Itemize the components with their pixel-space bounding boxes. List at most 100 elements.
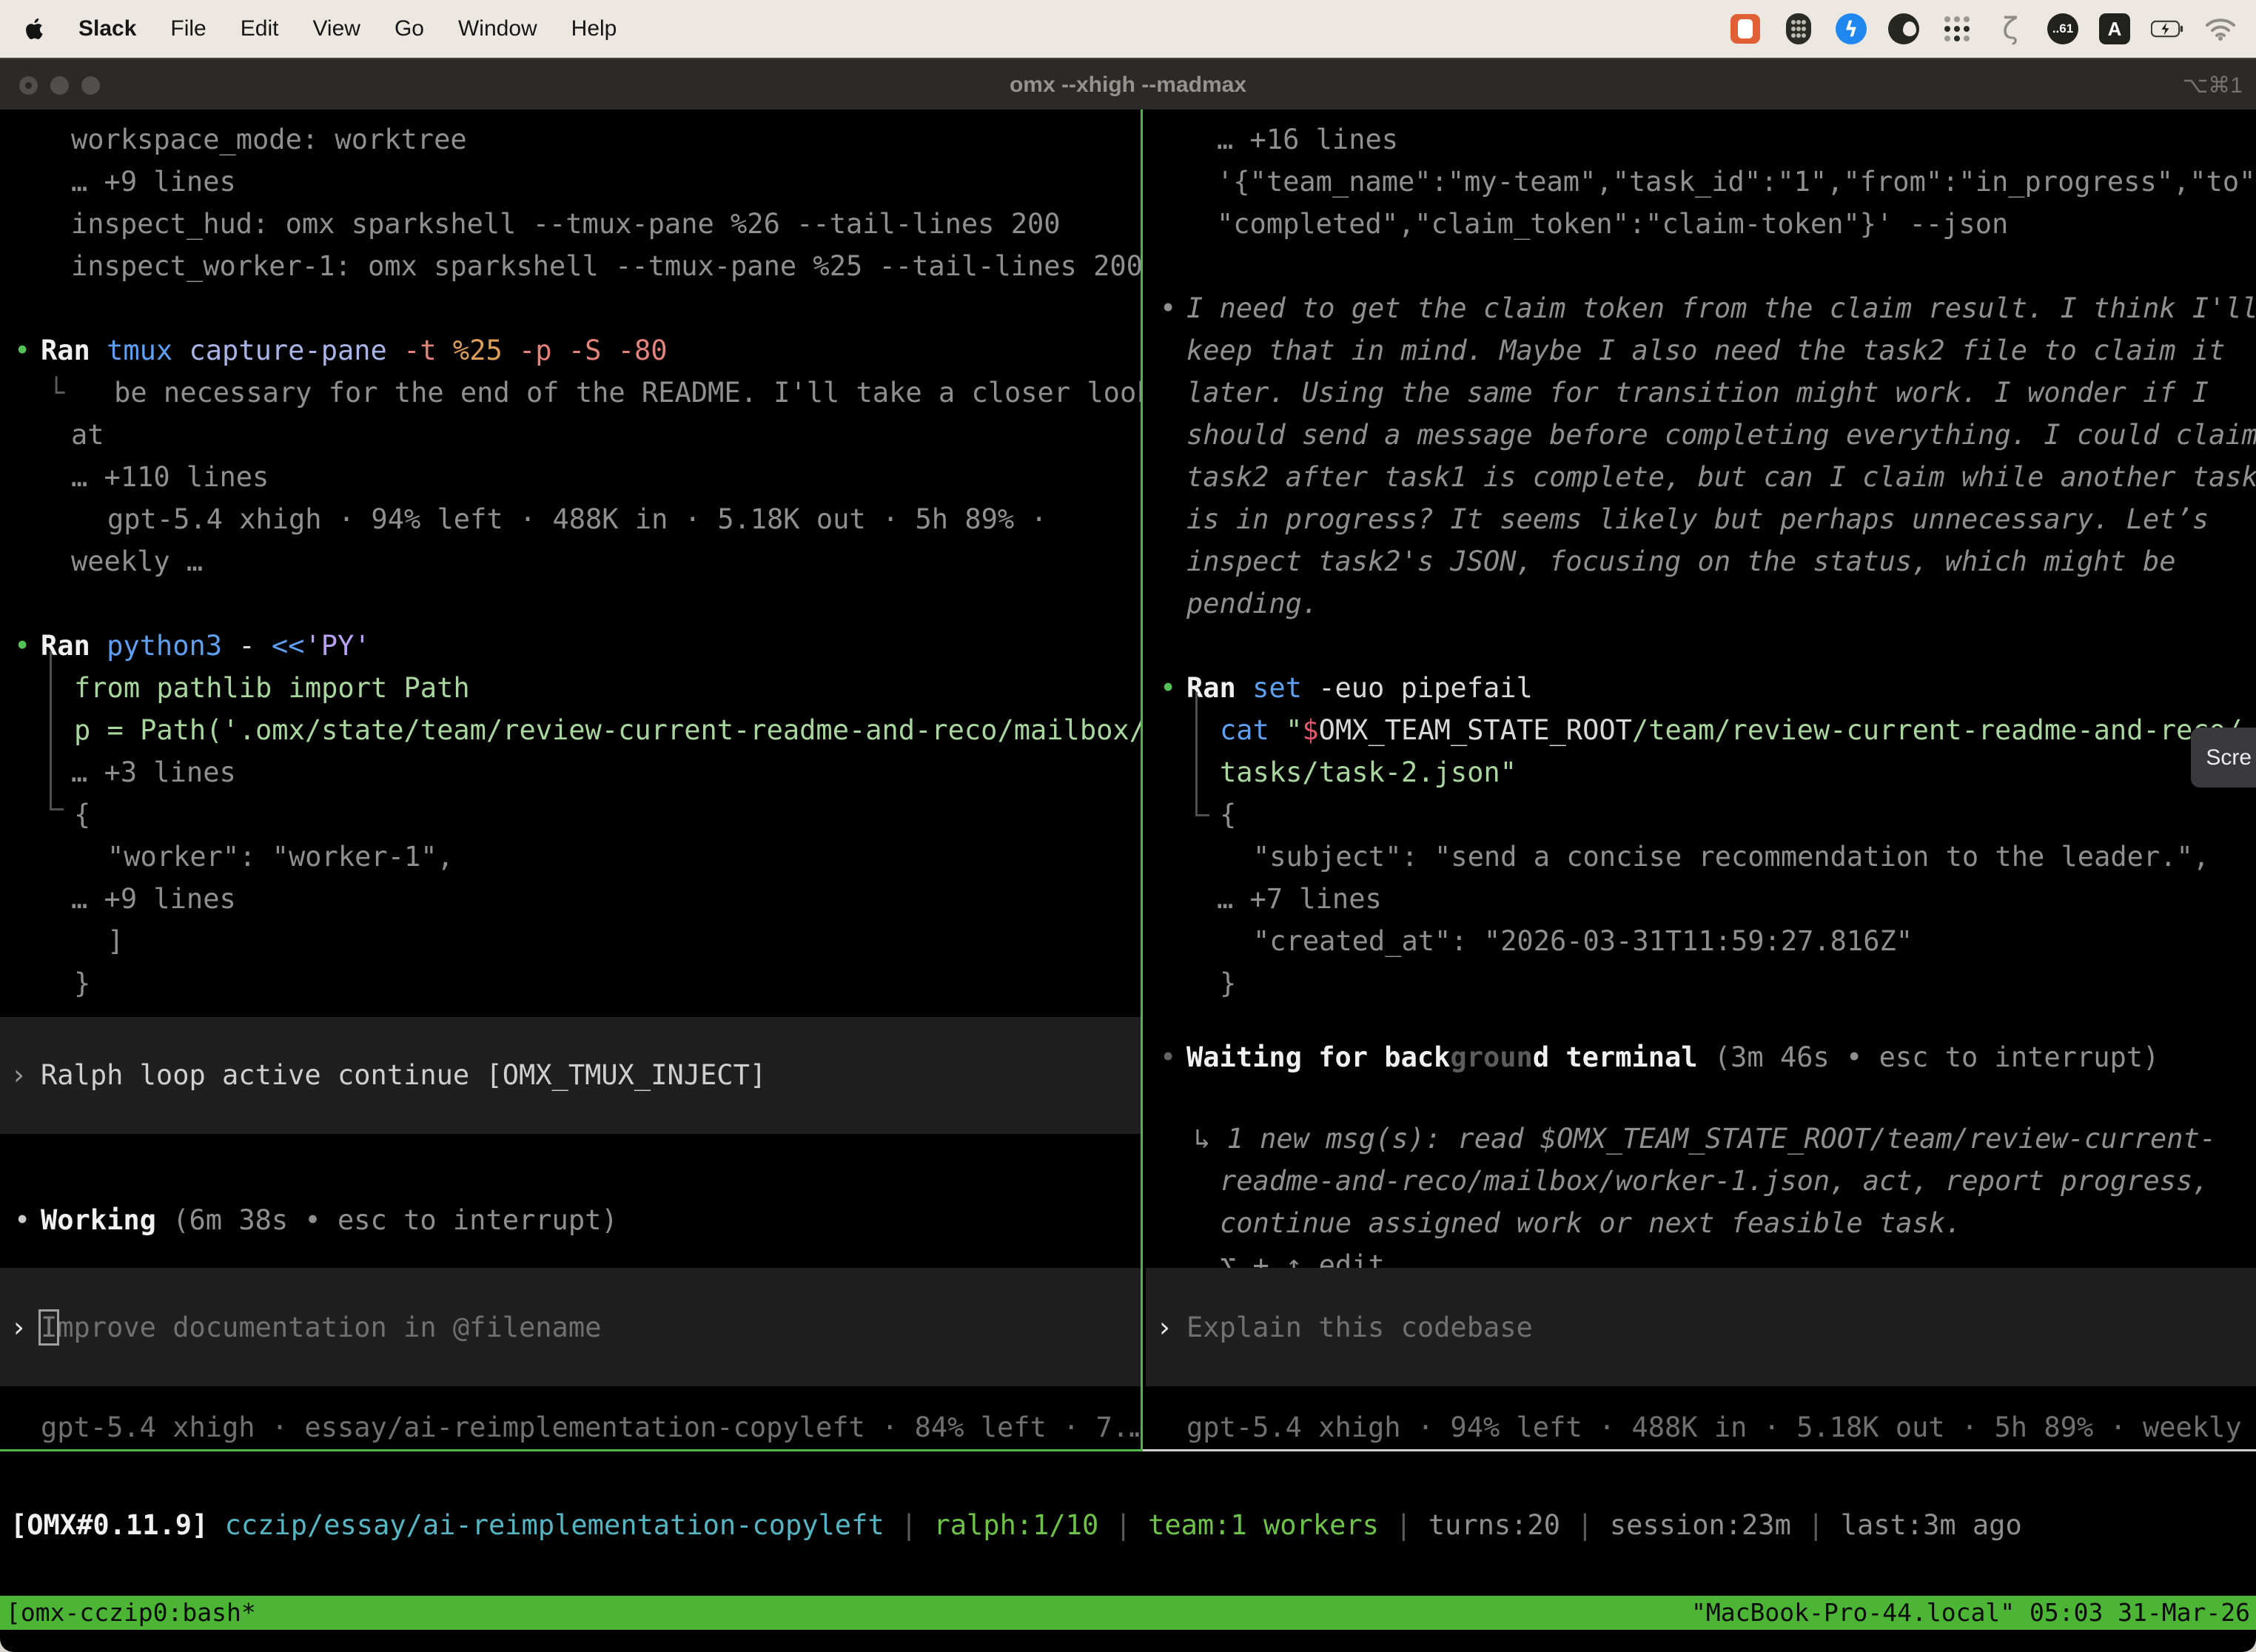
pane-divider[interactable] (1141, 110, 1143, 1451)
terminal-text-segment: /team/review-current-readme-and-reco/ (1632, 714, 2242, 746)
apple-menu-icon[interactable] (25, 17, 46, 41)
terminal-text-segment: p = Path('.omx/state/team/review-current… (74, 714, 1141, 746)
menu-item-view[interactable]: View (312, 16, 360, 41)
terminal-text-segment: ] (107, 925, 124, 957)
terminal-text-segment: | (884, 1509, 934, 1541)
menu-item-file[interactable]: File (170, 16, 206, 41)
terminal-text-segment: << (272, 630, 305, 662)
terminal-line: } (1146, 962, 2256, 1004)
terminal-text-segment: … +7 lines (1217, 883, 1382, 915)
battery-charging-icon[interactable] (2151, 13, 2183, 45)
terminal-line: … +3 lines (0, 751, 1141, 793)
terminal-line: •Working (6m 38s • esc to interrupt) (0, 1199, 1141, 1241)
left-working-status: •Working (6m 38s • esc to interrupt) (0, 1199, 1141, 1241)
left-pane-intro: workspace_mode: worktree … +9 lines inspec… (0, 118, 1141, 287)
terminal-text-segment: "created_at": "2026-03-31T11:59:27.816Z" (1253, 925, 1913, 957)
terminal-text-segment: | (1791, 1509, 1841, 1541)
terminal-text-segment: inspect task2's JSON, focusing on the st… (1186, 545, 2176, 577)
right-prompt-input[interactable]: ›Explain this codebase (1146, 1268, 2256, 1386)
terminal-text-segment: › (10, 1306, 41, 1349)
terminal-window[interactable]: workspace_mode: worktree … +9 lines inspec… (0, 110, 2256, 1652)
left-pane-capture-block: •Ran tmux capture-pane -t %25 -p -S -80└… (0, 329, 1141, 582)
terminal-text-segment: inspect_worker-1: omx sparkshell --tmux-… (71, 250, 1141, 282)
right-mailbox-message: ↳ 1 new msg(s): read $OMX_TEAM_STATE_ROO… (1146, 1118, 2256, 1286)
terminal-line: inspect_worker-1: omx sparkshell --tmux-… (0, 245, 1141, 287)
terminal-line: gpt-5.4 xhigh · essay/ai-reimplementatio… (0, 1406, 1141, 1448)
terminal-text-segment: tasks/task-2.json" (1220, 756, 1517, 788)
terminal-text-segment: team:1 workers (1148, 1509, 1379, 1541)
squiggle-icon[interactable]: ζ (1994, 13, 2027, 45)
terminal-line: … +7 lines (1146, 878, 2256, 920)
terminal-line: ›Explain this codebase (1146, 1306, 2256, 1349)
terminal-text-segment: └ (48, 377, 64, 409)
terminal-text-segment: turns:20 (1429, 1509, 1560, 1541)
terminal-text-segment: later. Using the same for transition mig… (1186, 377, 2209, 409)
moon-icon[interactable] (1887, 13, 1920, 45)
terminal-text-segment: • (1160, 287, 1186, 329)
terminal-text-segment: readme-and-reco/mailbox/worker-1.json, a… (1220, 1165, 2209, 1197)
menu-item-go[interactable]: Go (395, 16, 424, 41)
privacy-keyboard-icon[interactable] (1782, 13, 1815, 45)
menu-item-help[interactable]: Help (571, 16, 617, 41)
output-connector-line (50, 651, 64, 810)
menu-item-edit[interactable]: Edit (241, 16, 279, 41)
terminal-line: task2 after task1 is complete, but can I… (1146, 456, 2256, 498)
terminal-text-segment: " (1286, 714, 1302, 746)
terminal-line: later. Using the same for transition mig… (1146, 372, 2256, 414)
terminal-line: … +16 lines (1146, 118, 2256, 161)
terminal-text-segment: | (1098, 1509, 1148, 1541)
terminal-text-segment: … +16 lines (1217, 124, 1398, 155)
terminal-text-segment: "completed","claim_token":"claim-token"}… (1217, 208, 2008, 240)
terminal-text-segment: continue assigned work or next feasible … (1220, 1207, 1961, 1239)
messenger-icon[interactable]: ϟ (1836, 13, 1867, 44)
menu-item-slack[interactable]: Slack (78, 16, 136, 41)
terminal-text-segment: • (14, 1199, 41, 1241)
terminal-text-segment: • (14, 625, 41, 667)
terminal-line: … +9 lines (0, 878, 1141, 920)
tmux-status-bar: [omx-cczip0:bash* "MacBook-Pro-44.local"… (0, 1596, 2256, 1630)
terminal-line: keep that in mind. Maybe I also need the… (1146, 329, 2256, 372)
terminal-text-segment: gpt-5.4 xhigh · essay/ai-reimplementatio… (41, 1411, 1141, 1443)
terminal-line: gpt-5.4 xhigh · 94% left · 488K in · 5.1… (0, 498, 1141, 540)
terminal-text-segment: … +3 lines (71, 756, 236, 788)
screen-share-tooltip: Scre (2191, 728, 2256, 788)
input-source-icon[interactable]: A (2099, 13, 2130, 44)
terminal-text-segment: %25 (453, 335, 519, 366)
terminal-line: [OMX#0.11.9] cczip/essay/ai-reimplementa… (0, 1504, 2256, 1546)
menu-items: Slack File Edit View Go Window Help (78, 16, 617, 41)
terminal-text-segment: … +9 lines (71, 166, 236, 198)
terminal-text-segment: should send a message before completing … (1186, 419, 2256, 451)
terminal-line: └ be necessary for the end of the README… (0, 372, 1141, 414)
wifi-icon[interactable] (2204, 13, 2237, 45)
terminal-line: •Ran python3 - <<'PY' (0, 625, 1141, 667)
terminal-text-segment: … +9 lines (71, 883, 236, 915)
screen-mirror-icon[interactable] (1729, 13, 1762, 45)
terminal-text-segment: workspace_mode: worktree (71, 124, 467, 155)
grid-icon[interactable] (1941, 13, 1973, 45)
terminal-text-segment: 1 new msg(s): read $OMX_TEAM_STATE_ROOT/… (1227, 1123, 2217, 1155)
countdown-badge-icon[interactable]: ..61 (2047, 13, 2078, 44)
window-title-bar: omx --xhigh --madmax ⌥⌘1 (0, 58, 2256, 110)
terminal-text-segment: • (14, 329, 41, 372)
terminal-text-segment: d terminal (1533, 1041, 1698, 1073)
left-model-status-line: gpt-5.4 xhigh · essay/ai-reimplementatio… (0, 1406, 1141, 1448)
terminal-text-segment: python3 (107, 630, 238, 662)
terminal-text-segment: -t (403, 335, 453, 366)
left-prompt-input[interactable]: ›Improve documentation in @filename (0, 1268, 1141, 1386)
terminal-line: "subject": "send a concise recommendatio… (1146, 836, 2256, 878)
terminal-text-segment: Waiting for back (1186, 1041, 1450, 1073)
terminal-text-segment: -p (519, 335, 568, 366)
terminal-text-segment: • (1160, 1036, 1186, 1078)
terminal-text-segment: keep that in mind. Maybe I also need the… (1186, 335, 2225, 366)
terminal-text-segment: | (1379, 1509, 1429, 1541)
right-cat-block: •Ran set -euo pipefailcat "$OMX_TEAM_STA… (1146, 667, 2256, 1004)
terminal-text-segment: at (71, 419, 104, 451)
menu-item-window[interactable]: Window (458, 16, 537, 41)
terminal-line: tasks/task-2.json" (1146, 751, 2256, 793)
terminal-text-segment: (6m 38s • esc to interrupt) (156, 1204, 618, 1236)
terminal-line: "created_at": "2026-03-31T11:59:27.816Z" (1146, 920, 2256, 962)
left-pane-python-block: •Ran python3 - <<'PY'from pathlib import… (0, 625, 1141, 1004)
terminal-text-segment: is in progress? It seems likely but perh… (1186, 503, 2209, 535)
terminal-line: continue assigned work or next feasible … (1146, 1202, 2256, 1244)
terminal-text-segment: -80 (618, 335, 668, 366)
